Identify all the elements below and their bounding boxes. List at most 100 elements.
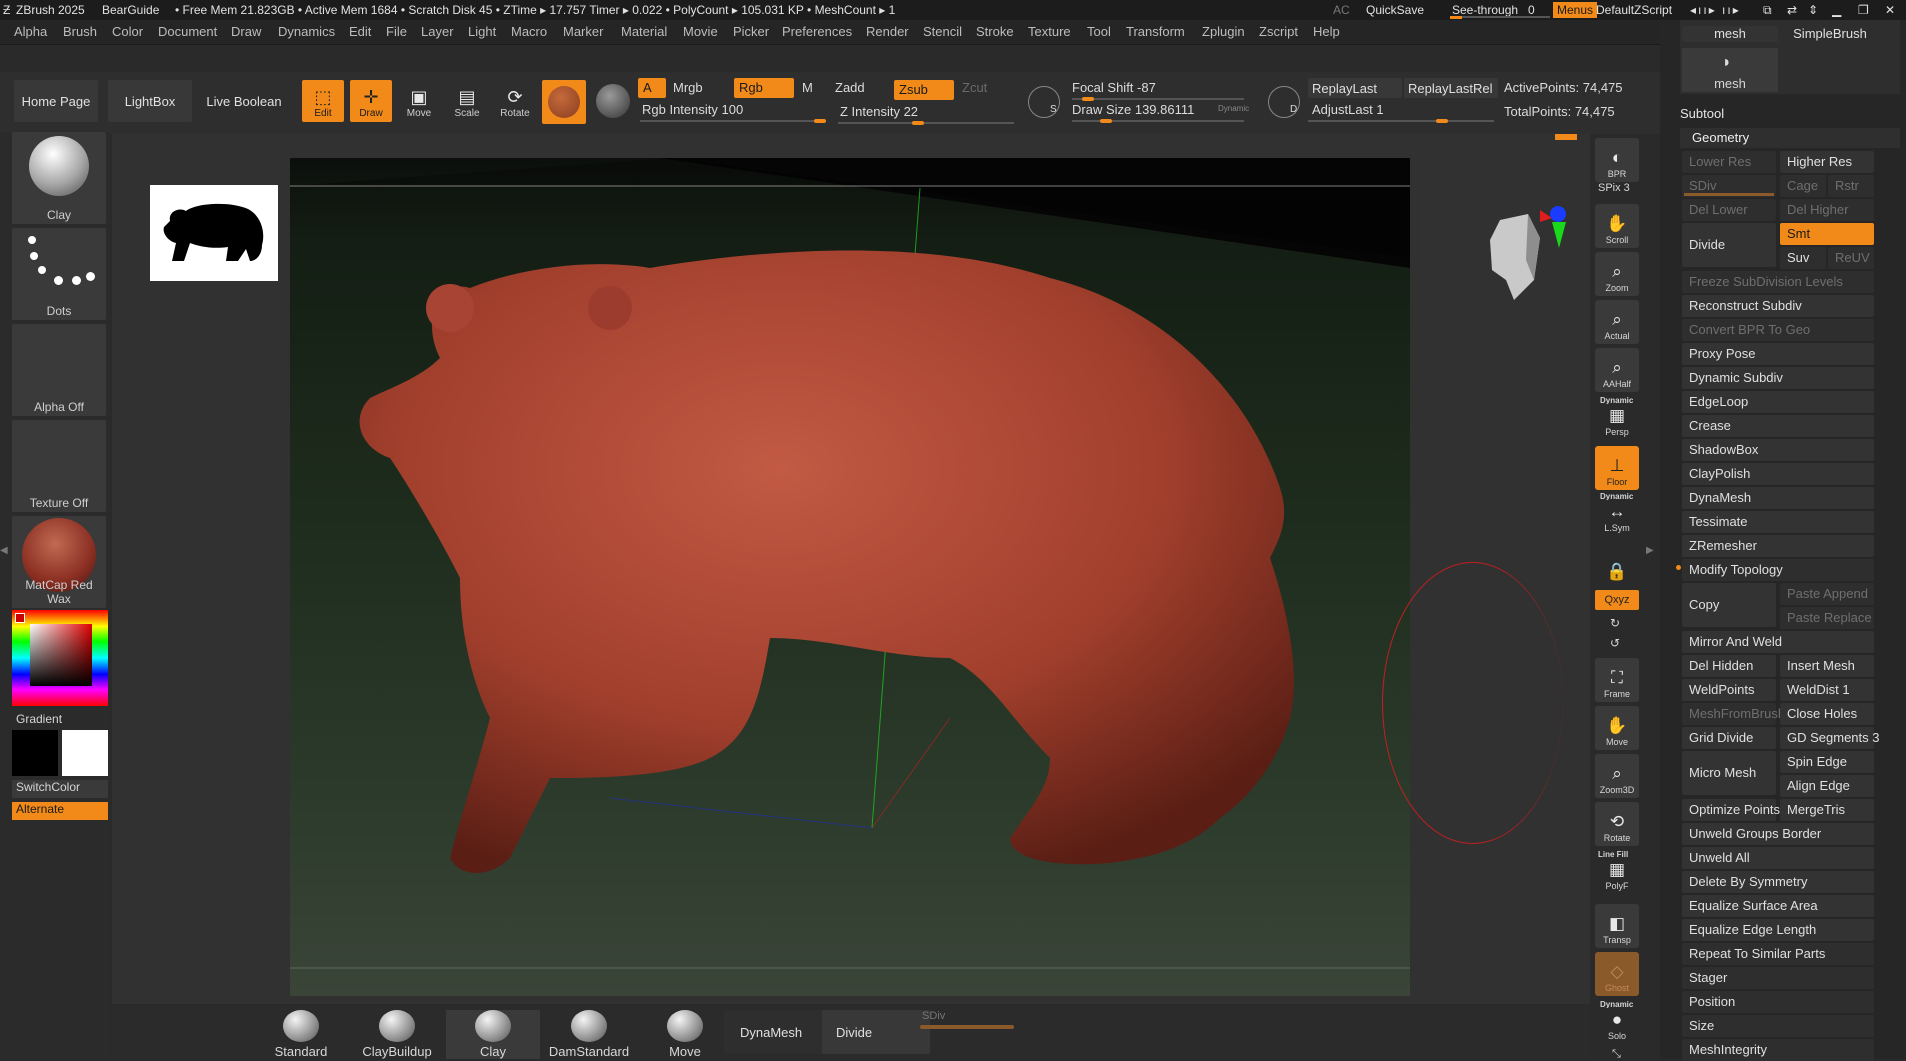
menu-edit[interactable]: Edit	[349, 24, 371, 39]
left-collapse-arrow-icon[interactable]: ◀	[0, 545, 8, 556]
rstr-button[interactable]: Rstr	[1828, 175, 1874, 197]
clay-brush-button[interactable]: Clay	[446, 1010, 540, 1059]
replaylastrel-button[interactable]: ReplayLastRel	[1404, 78, 1498, 98]
divide-bottom-button[interactable]: Divide	[822, 1010, 930, 1054]
repeat-to-similar-parts-button[interactable]: Repeat To Similar Parts	[1682, 943, 1874, 965]
aahalf-button[interactable]: ⌕ AAHalf	[1595, 348, 1639, 392]
menu-material[interactable]: Material	[621, 24, 667, 39]
right-collapse-arrow-icon[interactable]: ▶	[1646, 545, 1654, 556]
paste-replace-button[interactable]: Paste Replace	[1780, 607, 1874, 629]
sdiv-bottom-slider[interactable]: SDiv	[922, 1010, 945, 1022]
zremesher-section[interactable]: ZRemesher	[1682, 535, 1874, 557]
draw-size-slider[interactable]: Draw Size 139.86111	[1072, 102, 1194, 117]
z-intensity-track[interactable]	[838, 122, 1014, 124]
menu-texture[interactable]: Texture	[1028, 24, 1071, 39]
menu-layer[interactable]: Layer	[421, 24, 454, 39]
menu-document[interactable]: Document	[158, 24, 217, 39]
m-toggle[interactable]: M	[802, 80, 813, 95]
reconstruct-subdiv-button[interactable]: Reconstruct Subdiv	[1682, 295, 1874, 317]
menu-macro[interactable]: Macro	[511, 24, 547, 39]
insert-mesh-button[interactable]: Insert Mesh	[1780, 655, 1874, 677]
mergetris-button[interactable]: MergeTris	[1780, 799, 1874, 821]
scale-button[interactable]: ▤ Scale	[446, 80, 488, 122]
del-higher-button[interactable]: Del Higher	[1780, 199, 1874, 221]
menu-transform[interactable]: Transform	[1126, 24, 1185, 39]
canvas-scroll-marker[interactable]	[1555, 134, 1577, 140]
transp-button[interactable]: ◧ Transp	[1595, 904, 1639, 948]
adjustlast-knob[interactable]	[1436, 119, 1448, 123]
live-boolean-button[interactable]: Live Boolean	[202, 80, 286, 122]
zoom-button[interactable]: ⌕ Zoom	[1595, 252, 1639, 296]
weldpoints-button[interactable]: WeldPoints	[1682, 679, 1776, 701]
mrgb-toggle[interactable]: Mrgb	[673, 80, 703, 95]
move-brush-button[interactable]: Move	[638, 1010, 732, 1059]
del-lower-button[interactable]: Del Lower	[1682, 199, 1776, 221]
stager-section[interactable]: Stager	[1682, 967, 1874, 989]
menu-picker[interactable]: Picker	[733, 24, 769, 39]
focal-shift-track[interactable]	[1072, 98, 1244, 100]
mesh-thumbnail-top[interactable]: mesh	[1682, 26, 1778, 42]
del-hidden-button[interactable]: Del Hidden	[1682, 655, 1776, 677]
menu-stroke[interactable]: Stroke	[976, 24, 1014, 39]
replaylast-button[interactable]: ReplayLast	[1308, 78, 1402, 98]
xyz-symmetry-button[interactable]: Qxyz	[1595, 590, 1639, 610]
tessimate-section[interactable]: Tessimate	[1682, 511, 1874, 533]
focal-shift-slider[interactable]: Focal Shift -87	[1072, 80, 1156, 95]
delete-by-symmetry-button[interactable]: Delete By Symmetry	[1682, 871, 1874, 893]
expand-arrows-icon[interactable]: ⤡	[1612, 1048, 1621, 1061]
rotate-button[interactable]: ⟳ Rotate	[494, 80, 536, 122]
3d-viewport[interactable]	[290, 158, 1410, 996]
see-through-slider[interactable]: See-through	[1452, 3, 1518, 17]
adjustlast-track[interactable]	[1308, 120, 1494, 122]
menu-dynamics[interactable]: Dynamics	[278, 24, 335, 39]
dynamesh-section[interactable]: DynaMesh	[1682, 487, 1874, 509]
quicksave-button[interactable]: QuickSave	[1366, 3, 1424, 17]
proxy-pose-section[interactable]: Proxy Pose	[1682, 343, 1874, 365]
menu-stencil[interactable]: Stencil	[923, 24, 962, 39]
position-section[interactable]: Position	[1682, 991, 1874, 1013]
gd-segments-slider[interactable]: GD Segments 3	[1780, 727, 1880, 749]
menu-draw[interactable]: Draw	[231, 24, 261, 39]
restore-icon[interactable]: ❐	[1858, 3, 1869, 17]
copy-button[interactable]: Copy	[1682, 583, 1776, 627]
rotate-axis-icon[interactable]: ↻	[1610, 616, 1620, 630]
z-intensity-slider[interactable]: Z Intensity 22	[840, 104, 918, 119]
meshfrombrush-button[interactable]: MeshFromBrush	[1682, 703, 1785, 725]
stroke-selector[interactable]: Dots	[12, 228, 106, 320]
frame-button[interactable]: ⛶ Frame	[1595, 658, 1639, 702]
reuv-button[interactable]: ReUV	[1828, 247, 1874, 269]
material-swatch-button[interactable]	[542, 80, 586, 124]
higher-res-button[interactable]: Higher Res	[1780, 151, 1874, 173]
texture-selector[interactable]: Texture Off	[12, 420, 106, 512]
unweld-all-button[interactable]: Unweld All	[1682, 847, 1874, 869]
material-selector[interactable]: MatCap Red Wax	[12, 516, 106, 608]
modify-topology-header[interactable]: Modify Topology	[1682, 559, 1874, 581]
actual-button[interactable]: ⌕ Actual	[1595, 300, 1639, 344]
crease-section[interactable]: Crease	[1682, 415, 1874, 437]
menu-brush[interactable]: Brush	[63, 24, 97, 39]
menus-toggle[interactable]: Menus	[1553, 2, 1598, 18]
menu-render[interactable]: Render	[866, 24, 909, 39]
viewport-scene[interactable]	[290, 158, 1410, 996]
menu-file[interactable]: File	[386, 24, 407, 39]
zoom3d-button[interactable]: ⌕ Zoom3D	[1595, 754, 1639, 798]
equalize-surface-area-button[interactable]: Equalize Surface Area	[1682, 895, 1874, 917]
menu-zscript[interactable]: Zscript	[1259, 24, 1298, 39]
ghost-button[interactable]: ◇ Ghost	[1595, 952, 1639, 996]
menu-alpha[interactable]: Alpha	[14, 24, 47, 39]
draw-size-knob[interactable]	[1100, 119, 1112, 123]
sdiv-track[interactable]	[1684, 193, 1774, 196]
menu-preferences[interactable]: Preferences	[782, 24, 852, 39]
alpha-selector[interactable]: Alpha Off	[12, 324, 106, 416]
standard-brush-button[interactable]: Standard	[254, 1010, 348, 1059]
suv-toggle[interactable]: Suv	[1780, 247, 1826, 269]
z-intensity-knob[interactable]	[912, 121, 924, 125]
geometry-header[interactable]: Geometry	[1680, 128, 1900, 148]
smt-toggle[interactable]: Smt	[1780, 223, 1874, 245]
color-saturation-square[interactable]	[30, 624, 92, 686]
color-picker[interactable]	[12, 610, 108, 706]
layout-arrows-icon[interactable]: ◂ıı▸ ıı▸	[1690, 3, 1741, 17]
meshintegrity-section[interactable]: MeshIntegrity	[1682, 1039, 1874, 1061]
paste-append-button[interactable]: Paste Append	[1780, 583, 1874, 605]
welddist-slider[interactable]: WeldDist 1	[1780, 679, 1874, 701]
